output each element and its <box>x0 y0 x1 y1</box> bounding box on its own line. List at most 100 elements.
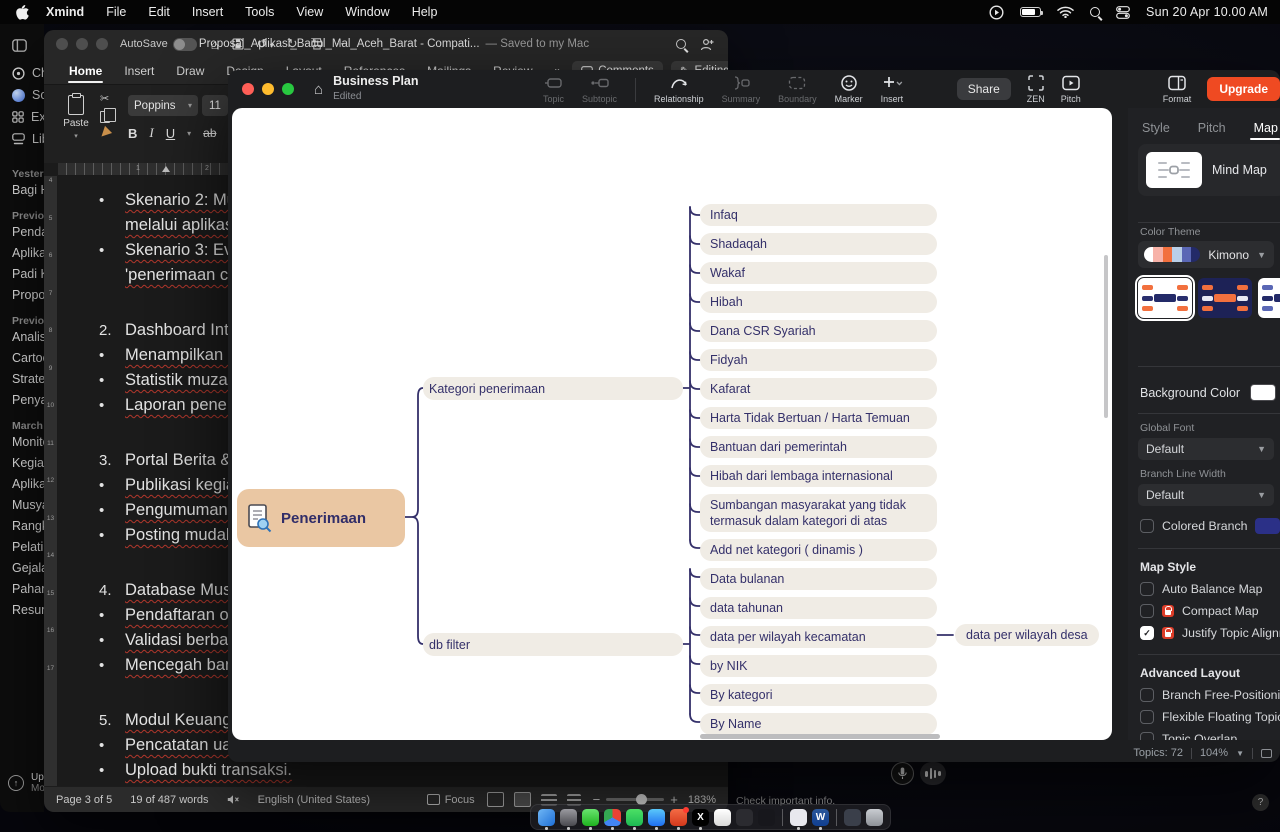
map-style-option[interactable]: ✓ Compact Map <box>1140 600 1280 622</box>
menu-item[interactable]: View <box>285 5 334 19</box>
minimap-icon[interactable] <box>1261 749 1272 758</box>
menu-item[interactable]: Help <box>401 5 449 19</box>
central-topic[interactable]: Penerimaan <box>237 489 405 547</box>
page-indicator[interactable]: Page 3 of 5 <box>56 794 112 806</box>
more-commands-icon[interactable]: ⋯ <box>336 36 349 52</box>
chat-history-item[interactable]: Padi Ken <box>0 263 44 284</box>
branch-color-swatch[interactable] <box>1255 518 1280 534</box>
panel-tab[interactable]: Map <box>1240 116 1280 140</box>
share-button[interactable]: Share <box>957 78 1011 100</box>
child-topic[interactable]: data tahunan <box>700 597 937 619</box>
battery-icon[interactable] <box>1020 7 1041 17</box>
sidebar-item-chatgpt[interactable]: Cha <box>0 62 44 84</box>
child-topic[interactable]: Data bulanan <box>700 568 937 590</box>
option-checkbox[interactable]: ✓ <box>1140 626 1154 640</box>
chat-history-item[interactable]: Monitori <box>0 431 44 452</box>
background-color-swatch[interactable] <box>1250 384 1276 401</box>
format-painter-icon[interactable] <box>98 126 112 140</box>
menu-item[interactable]: Edit <box>137 5 181 19</box>
child-topic[interactable]: Shadaqah <box>700 233 937 255</box>
autosave-toggle[interactable]: AutoSave <box>120 38 197 51</box>
format-button[interactable]: Format <box>1163 74 1192 104</box>
menu-item[interactable]: Window <box>334 5 400 19</box>
upgrade-button[interactable]: Upgrade <box>1207 77 1280 101</box>
dock-app-icon[interactable]: W <box>812 809 829 826</box>
option-checkbox[interactable] <box>1140 732 1154 740</box>
dock-app-icon[interactable] <box>626 809 643 826</box>
zoom-button[interactable] <box>282 83 294 95</box>
marker-button[interactable]: Marker <box>835 74 863 104</box>
share-user-icon[interactable] <box>700 38 714 51</box>
chat-history-item[interactable]: Yesterday <box>0 158 44 179</box>
dock-app-icon[interactable] <box>648 809 665 826</box>
language-indicator[interactable]: English (United States) <box>258 794 371 806</box>
menu-item[interactable]: File <box>95 5 137 19</box>
panel-tab[interactable]: Pitch <box>1184 116 1240 140</box>
copy-icon[interactable] <box>100 111 110 123</box>
font-size-select[interactable]: 11 <box>202 95 228 116</box>
menu-bar-clock[interactable]: Sun 20 Apr 10.00 AM <box>1146 5 1268 19</box>
zoom-chevron-icon[interactable]: ▼ <box>1236 749 1244 758</box>
child-topic[interactable]: By Name <box>700 713 937 735</box>
child-topic[interactable]: data per wilayah kecamatan <box>700 626 937 648</box>
chat-history-item[interactable]: Musyaw <box>0 494 44 515</box>
option-checkbox[interactable]: ✓ <box>1140 582 1154 596</box>
home-icon[interactable]: ⌂ <box>211 37 219 52</box>
save-icon[interactable] <box>232 38 244 50</box>
grandchild-topic[interactable]: data per wilayah desa <box>955 624 1099 646</box>
dock-app-icon[interactable] <box>538 809 555 826</box>
chat-history-item[interactable]: Strategi <box>0 368 44 389</box>
control-center-icon[interactable] <box>1116 6 1130 19</box>
dock-app-icon[interactable] <box>604 809 621 826</box>
map-style-option[interactable]: ✓ Auto Balance Map <box>1140 578 1280 600</box>
window-controls[interactable] <box>228 83 306 95</box>
sidebar-item-sora[interactable]: Sor <box>0 84 44 106</box>
screen-mirroring-icon[interactable] <box>989 5 1004 20</box>
child-topic[interactable]: Wakaf <box>700 262 937 284</box>
menu-item[interactable]: Tools <box>234 5 285 19</box>
print-icon[interactable] <box>311 38 323 50</box>
advanced-layout-option[interactable]: Topic Overlap <box>1140 728 1280 740</box>
sidebar-item-explore[interactable]: Exp <box>0 106 44 128</box>
chat-history-item[interactable]: Resume <box>0 599 44 620</box>
dock-app-icon[interactable] <box>790 809 807 826</box>
home-icon[interactable]: ⌂ <box>314 81 323 98</box>
option-checkbox[interactable]: ✓ <box>1140 604 1154 618</box>
chat-history-item[interactable]: Previous <box>0 200 44 221</box>
read-mode-button[interactable] <box>487 792 504 807</box>
pitch-button[interactable]: Pitch <box>1061 74 1081 104</box>
insert-button[interactable]: Insert <box>881 74 904 104</box>
dock-app-icon[interactable] <box>736 809 753 826</box>
dock-app-icon[interactable] <box>836 809 837 826</box>
focus-button[interactable]: Focus <box>427 794 475 806</box>
color-theme-select[interactable]: Kimono ▼ <box>1138 241 1274 268</box>
colored-branch-checkbox[interactable] <box>1140 519 1154 533</box>
redo-icon[interactable]: ↻ <box>287 36 298 52</box>
dock-app-icon[interactable] <box>670 809 687 826</box>
relationship-button[interactable]: Relationship <box>654 74 704 104</box>
child-topic[interactable]: Hibah dari lembaga internasional <box>700 465 937 487</box>
minimize-button[interactable] <box>76 38 88 50</box>
child-topic[interactable]: Harta Tidak Bertuan / Harta Temuan <box>700 407 937 429</box>
chat-history-item[interactable]: Previous <box>0 305 44 326</box>
advanced-layout-option[interactable]: Branch Free-Positioning <box>1140 684 1280 706</box>
close-button[interactable] <box>242 83 254 95</box>
child-topic[interactable]: Kafarat <box>700 378 937 400</box>
child-topic[interactable]: Add net kategori ( dinamis ) <box>700 539 937 561</box>
chat-history-item[interactable]: Rangkai <box>0 515 44 536</box>
child-topic[interactable]: Infaq <box>700 204 937 226</box>
minimize-button[interactable] <box>262 83 274 95</box>
chat-history-item[interactable]: Aplikasi <box>0 473 44 494</box>
chat-history-item[interactable]: Analisis <box>0 326 44 347</box>
voice-mode-button[interactable] <box>920 762 946 785</box>
panel-tab[interactable]: Style <box>1128 116 1184 140</box>
sidebar-toggle-button[interactable] <box>0 34 44 56</box>
toggle-switch[interactable] <box>173 38 197 51</box>
chat-history-item[interactable]: Paham A <box>0 578 44 599</box>
map-style-option[interactable]: ✓ Justify Topic Alignment <box>1140 622 1280 644</box>
dock-app-icon[interactable] <box>844 809 861 826</box>
canvas-horizontal-scrollbar[interactable] <box>700 734 940 739</box>
ribbon-tab[interactable]: Draw <box>165 58 215 84</box>
chat-history-item[interactable]: March <box>0 410 44 431</box>
canvas-zoom-level[interactable]: 104% <box>1200 747 1228 759</box>
